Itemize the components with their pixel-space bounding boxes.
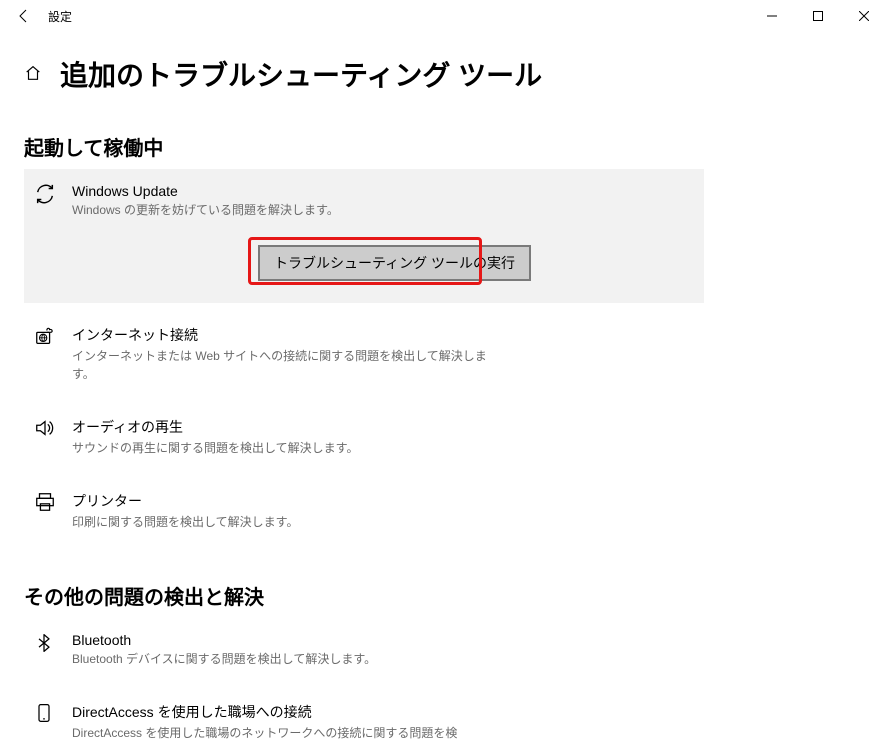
printer-icon: [34, 491, 58, 531]
sync-icon: [34, 183, 58, 219]
section-heading-other: その他の問題の検出と解決: [24, 581, 863, 610]
troubleshooter-desc: 印刷に関する問題を検出して解決します。: [72, 513, 492, 531]
troubleshooter-desc: インターネットまたは Web サイトへの接続に関する問題を検出して解決します。: [72, 347, 492, 383]
content-area: 追加のトラブルシューティング ツール 起動して稼働中 Windows Updat…: [0, 32, 887, 754]
troubleshooter-audio[interactable]: オーディオの再生 サウンドの再生に関する問題を検出して解決します。: [24, 403, 704, 469]
troubleshooter-desc: Bluetooth デバイスに関する問題を検出して解決します。: [72, 650, 492, 668]
minimize-button[interactable]: [749, 0, 795, 32]
title-bar: 設定: [0, 0, 887, 32]
troubleshooter-desc: Windows の更新を妨げている問題を解決します。: [72, 201, 492, 219]
troubleshooter-directaccess[interactable]: DirectAccess を使用した職場への接続 DirectAccess を使…: [24, 688, 704, 754]
troubleshooter-title: オーディオの再生: [72, 417, 694, 437]
speaker-icon: [34, 417, 58, 457]
run-troubleshooter-button[interactable]: トラブルシューティング ツールの実行: [258, 245, 531, 281]
back-button[interactable]: [8, 0, 40, 32]
troubleshooter-internet[interactable]: インターネット接続 インターネットまたは Web サイトへの接続に関する問題を検…: [24, 311, 704, 395]
troubleshooter-title: プリンター: [72, 491, 694, 511]
troubleshooter-printer[interactable]: プリンター 印刷に関する問題を検出して解決します。: [24, 477, 704, 543]
close-button[interactable]: [841, 0, 887, 32]
troubleshooter-title: DirectAccess を使用した職場への接続: [72, 702, 694, 722]
page-title: 追加のトラブルシューティング ツール: [60, 54, 542, 94]
troubleshooter-title: Bluetooth: [72, 632, 694, 648]
window-title: 設定: [40, 8, 749, 25]
troubleshooter-title: インターネット接続: [72, 325, 694, 345]
troubleshooter-title: Windows Update: [72, 183, 694, 199]
troubleshooter-desc: サウンドの再生に関する問題を検出して解決します。: [72, 439, 492, 457]
bluetooth-icon: [34, 632, 58, 668]
troubleshooter-windows-update[interactable]: Windows Update Windows の更新を妨げている問題を解決します…: [24, 169, 704, 303]
mobile-icon: [34, 702, 58, 742]
troubleshooter-desc: DirectAccess を使用した職場のネットワークへの接続に関する問題を検: [72, 724, 492, 742]
globe-icon: [34, 325, 58, 383]
troubleshooter-bluetooth[interactable]: Bluetooth Bluetooth デバイスに関する問題を検出して解決します…: [24, 618, 704, 680]
section-heading-running: 起動して稼働中: [24, 132, 863, 161]
maximize-button[interactable]: [795, 0, 841, 32]
home-icon[interactable]: [24, 64, 44, 84]
